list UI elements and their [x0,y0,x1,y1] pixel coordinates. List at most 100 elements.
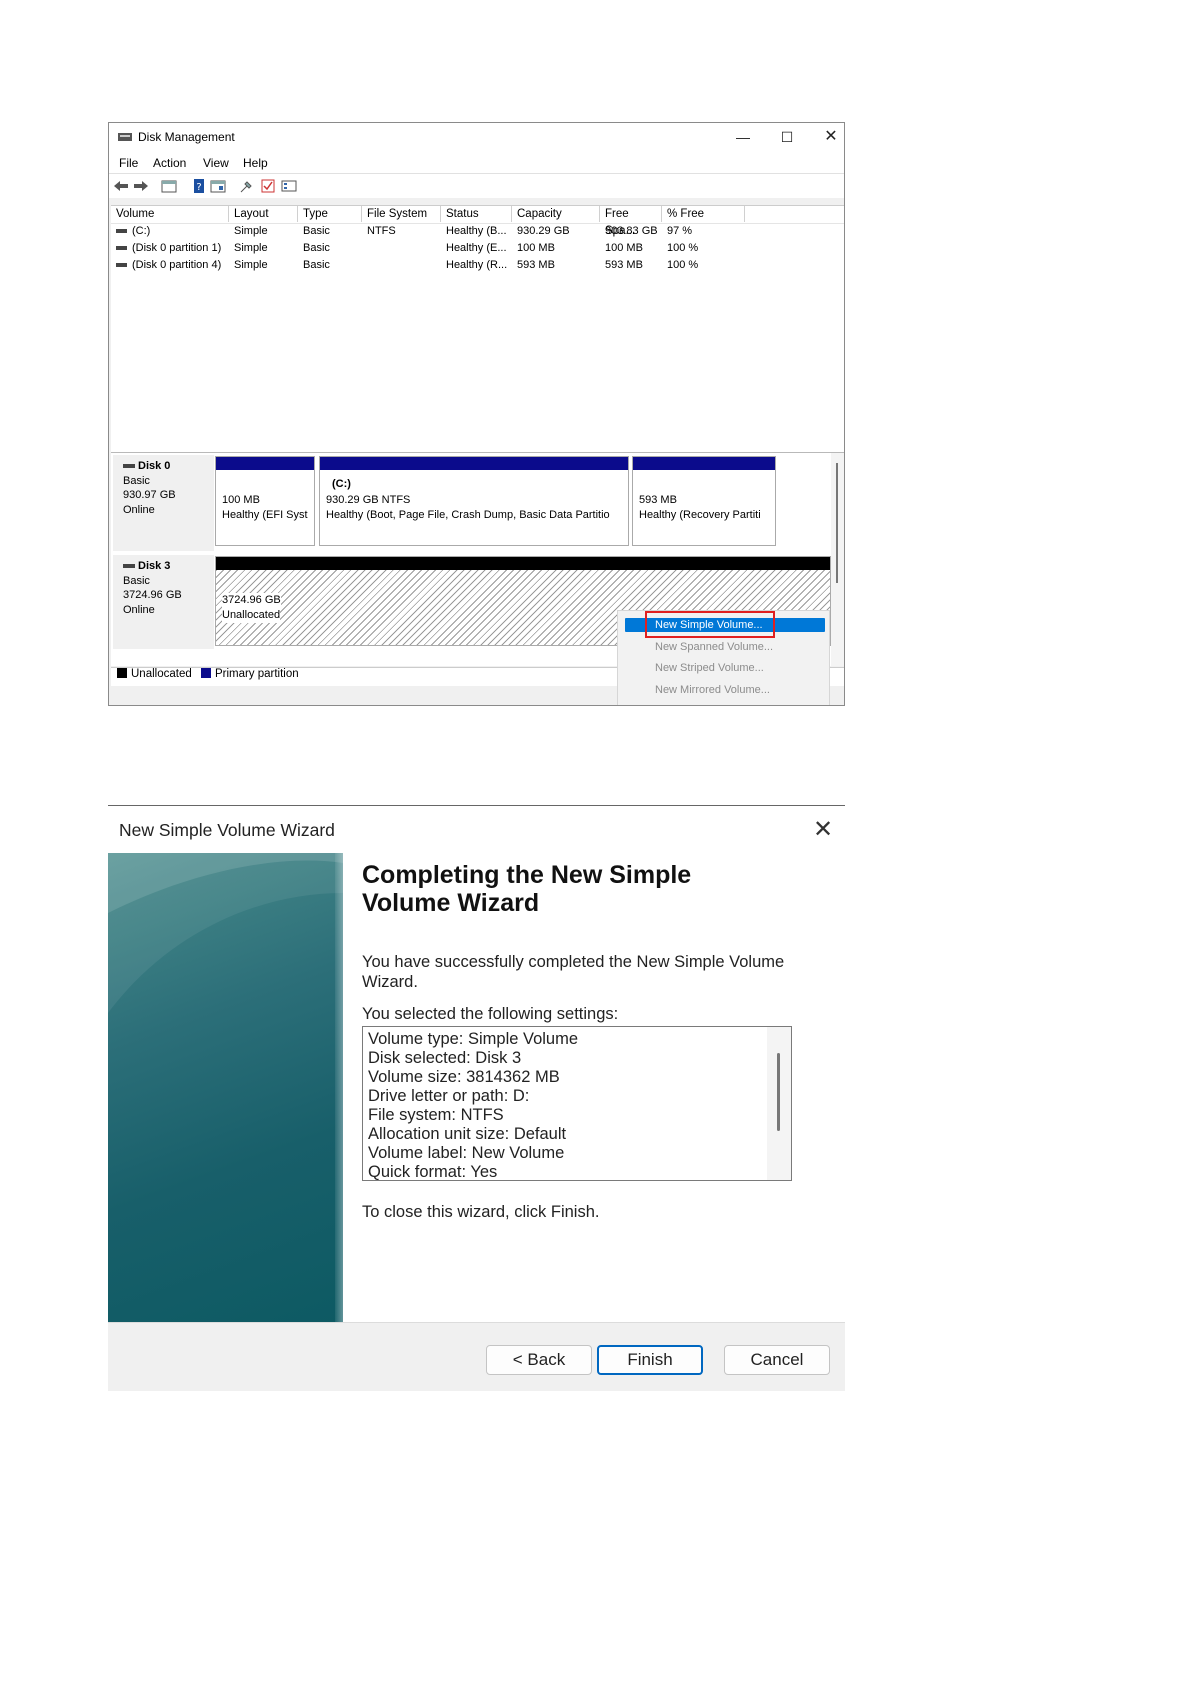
col-status[interactable]: Status [441,206,512,222]
heading-line-1: Completing the New Simple [362,861,692,889]
legend-unallocated: Unallocated [131,668,192,680]
layout-cell: Simple [234,242,268,254]
layout-cell: Simple [234,259,268,271]
partition-status: Healthy (EFI Syst [222,509,308,521]
primary-partition-bar [216,457,314,470]
volume-icon [116,229,127,234]
volume-list[interactable]: Volume Layout Type File System Status Ca… [111,205,844,454]
percent-free-cell: 97 % [667,225,693,237]
finish-button[interactable]: Finish [597,1345,703,1375]
partition-efi[interactable]: 100 MB Healthy (EFI Syst [215,456,315,546]
menu-file[interactable]: File [119,156,138,170]
wizard-heading: Completing the New Simple Volume Wizard [362,861,691,917]
setting-line: Quick format: Yes [368,1163,498,1181]
new-simple-volume-wizard: New Simple Volume Wizard ✕ Completing th… [108,805,845,1391]
unallocated-swatch [117,668,127,678]
col-capacity[interactable]: Capacity [512,206,600,222]
menu-new-striped-volume[interactable]: New Striped Volume... [655,662,764,674]
success-line-2: Wizard. [362,973,418,991]
decorative-swoosh [108,853,343,1013]
disk0-info[interactable]: Disk 0 Basic 930.97 GB Online [113,455,214,551]
setting-line: File system: NTFS [368,1106,504,1124]
help-icon[interactable]: ? [191,178,207,194]
type-cell: Basic [303,225,330,237]
check-icon[interactable] [260,178,276,194]
settings-label: You selected the following settings: [362,1005,619,1023]
col-type[interactable]: Type [298,206,362,222]
window-title: Disk Management [138,130,235,144]
free-space-cell: 903.83 GB [605,225,658,237]
column-header-row: Volume Layout Type File System Status Ca… [111,206,844,237]
free-space-cell: 593 MB [605,259,643,271]
minimize-button[interactable]: — [723,126,763,148]
type-cell: Basic [303,259,330,271]
file-system-cell: NTFS [367,225,396,237]
unallocated-label: Unallocated [222,608,281,623]
close-button[interactable]: ✕ [811,126,844,148]
menu-new-mirrored-volume[interactable]: New Mirrored Volume... [655,684,770,696]
primary-partition-bar [633,457,775,470]
volume-icon [116,263,127,268]
back-arrow-icon[interactable] [113,178,129,194]
col-percent-free[interactable]: % Free [662,206,745,222]
col-file-system[interactable]: File System [362,206,441,222]
setting-line: Volume type: Simple Volume [368,1030,579,1048]
toolbar: ? [109,173,844,198]
volume-cell: (Disk 0 partition 1) [116,242,221,254]
heading-line-2: Volume Wizard [362,889,540,917]
menu-bar: File Action View Help [109,151,844,173]
close-icon[interactable]: ✕ [813,815,833,844]
cancel-button[interactable]: Cancel [724,1345,830,1375]
setting-line: Disk selected: Disk 3 [368,1049,522,1067]
menu-new-simple-volume[interactable]: New Simple Volume... [655,619,763,631]
menu-help[interactable]: Help [243,156,268,170]
menu-view[interactable]: View [203,156,229,170]
settings-scrollbar[interactable] [767,1027,791,1180]
partition-size: 930.29 GB NTFS [326,494,411,506]
console-tree-icon[interactable] [161,178,177,194]
unallocated-bar [216,557,830,570]
unallocated-size: 3724.96 GB [222,593,281,608]
disk3-type: Basic [123,574,150,587]
forward-arrow-icon[interactable] [133,178,149,194]
col-layout[interactable]: Layout [229,206,298,222]
properties-icon[interactable] [210,178,226,194]
capacity-cell: 930.29 GB [517,225,570,237]
scrollbar-thumb[interactable] [777,1053,780,1131]
col-free-space[interactable]: Free Spa... [600,206,662,237]
disk3-info[interactable]: Disk 3 Basic 3724.96 GB Online [113,555,214,649]
volume-cell: (Disk 0 partition 4) [116,259,221,271]
volume-icon [116,246,127,251]
partition-c[interactable]: (C:) 930.29 GB NTFS Healthy (Boot, Page … [319,456,629,546]
disk-icon [123,564,135,569]
panel-edge [335,853,343,1322]
success-message: You have successfully completed the New … [362,952,784,992]
settings-list-icon[interactable] [281,178,297,194]
maximize-button[interactable]: ☐ [767,126,807,148]
partition-status: Healthy (Recovery Partiti [639,509,761,521]
back-button[interactable]: < Back [486,1345,592,1375]
settings-summary-box[interactable]: Volume type: Simple Volume Disk selected… [362,1026,792,1181]
status-cell: Healthy (B... [446,225,507,237]
wizard-side-panel [108,853,343,1322]
layout-cell: Simple [234,225,268,237]
wizard-title: New Simple Volume Wizard [119,820,335,840]
disk0-type: Basic [123,474,150,487]
disk0-status: Online [123,503,155,516]
menu-new-spanned-volume[interactable]: New Spanned Volume... [655,641,773,653]
disk3-name: Disk 3 [123,559,214,574]
disk-management-window: Disk Management — ☐ ✕ File Action View H… [108,122,845,706]
menu-action[interactable]: Action [153,156,186,170]
partition-recovery[interactable]: 593 MB Healthy (Recovery Partiti [632,456,776,546]
context-menu: New Simple Volume... New Spanned Volume.… [617,610,830,705]
disk3-size: 3724.96 GB [123,589,182,601]
scrollbar-thumb[interactable] [836,463,838,583]
graph-scrollbar[interactable] [831,453,844,666]
free-space-cell: 100 MB [605,242,643,254]
col-volume[interactable]: Volume [111,206,229,222]
wizard-footer: < Back Finish Cancel [108,1322,845,1391]
setting-line: Volume label: New Volume [368,1144,565,1162]
capacity-cell: 593 MB [517,259,555,271]
connect-disk-icon[interactable] [239,178,255,194]
partition-label: (C:) [332,478,351,490]
